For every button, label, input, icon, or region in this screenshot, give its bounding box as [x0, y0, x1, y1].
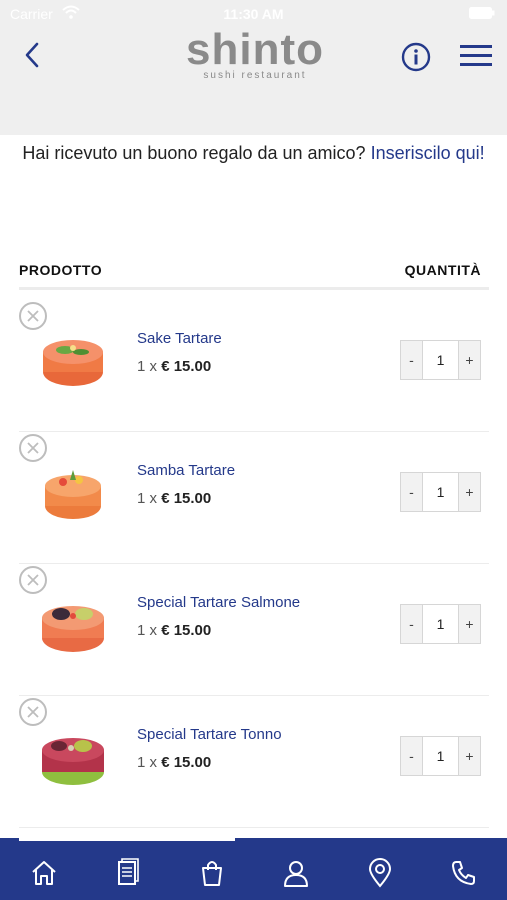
gift-voucher-prompt: Hai ricevuto un buono regalo da un amico… [20, 138, 487, 169]
remove-item-button[interactable] [19, 698, 47, 726]
decrease-quantity-button[interactable]: - [401, 341, 423, 379]
gift-voucher-link[interactable]: Inseriscilo qui! [371, 143, 485, 163]
quantity-value[interactable]: 1 [423, 341, 458, 379]
tab-cart[interactable] [197, 858, 227, 888]
decrease-quantity-button[interactable]: - [401, 605, 423, 643]
item-quantity-prefix: 1 x [137, 490, 158, 507]
cart-table-header: PRODOTTO QUANTITÀ [19, 262, 489, 290]
back-button[interactable] [18, 40, 48, 70]
increase-quantity-button[interactable]: + [458, 605, 480, 643]
active-tab-indicator [19, 838, 235, 841]
sake-tartare-image [43, 340, 103, 386]
increase-quantity-button[interactable]: + [458, 737, 480, 775]
quantity-value[interactable]: 1 [423, 737, 458, 775]
tab-location[interactable] [365, 858, 395, 888]
close-icon [27, 310, 39, 322]
special-tartare-salmone-image [42, 606, 104, 652]
item-price-value: € 15.00 [161, 490, 212, 507]
hamburger-menu-button[interactable] [460, 42, 492, 70]
remove-item-button[interactable] [19, 302, 47, 330]
item-quantity-prefix: 1 x [137, 358, 158, 375]
quantity-column-header: QUANTITÀ [404, 262, 481, 278]
cart-item-row: Special Tartare Salmone 1 x € 15.00 - 1 … [19, 564, 489, 696]
increase-quantity-button[interactable]: + [458, 473, 480, 511]
quantity-value[interactable]: 1 [423, 605, 458, 643]
quantity-stepper: - 1 + [400, 472, 481, 512]
restaurant-logo: shinto sushi restaurant [170, 28, 340, 84]
home-icon [32, 861, 56, 885]
item-quantity-prefix: 1 x [137, 622, 158, 639]
item-price: 1 x € 15.00 [137, 754, 211, 771]
remove-item-button[interactable] [19, 566, 47, 594]
close-icon [27, 574, 39, 586]
tab-home[interactable] [29, 858, 59, 888]
status-time: 11:30 AM [223, 6, 284, 22]
quantity-stepper: - 1 + [400, 604, 481, 644]
item-price: 1 x € 15.00 [137, 622, 211, 639]
item-name[interactable]: Special Tartare Salmone [137, 594, 300, 611]
item-quantity-prefix: 1 x [137, 754, 158, 771]
close-icon [27, 442, 39, 454]
bottom-tab-bar [0, 838, 507, 900]
info-button[interactable] [401, 42, 431, 72]
decrease-quantity-button[interactable]: - [401, 473, 423, 511]
item-name[interactable]: Special Tartare Tonno [137, 726, 282, 743]
logo-title: shinto [186, 25, 324, 74]
special-tartare-tonno-image [42, 738, 104, 785]
item-price: 1 x € 15.00 [137, 490, 211, 507]
increase-quantity-button[interactable]: + [458, 341, 480, 379]
phone-icon [452, 861, 475, 885]
decrease-quantity-button[interactable]: - [401, 737, 423, 775]
quantity-value[interactable]: 1 [423, 473, 458, 511]
status-bar: Carrier 11:30 AM [0, 0, 507, 28]
quantity-stepper: - 1 + [400, 736, 481, 776]
cart-item-row: Sake Tartare 1 x € 15.00 - 1 + [19, 300, 489, 432]
product-column-header: PRODOTTO [19, 262, 103, 278]
remove-item-button[interactable] [19, 434, 47, 462]
item-name[interactable]: Sake Tartare [137, 330, 222, 347]
location-pin-icon [368, 858, 392, 888]
info-icon [401, 42, 431, 72]
menu-book-icon [118, 858, 139, 885]
cart-item-row: Special Tartare Tonno 1 x € 15.00 - 1 + [19, 696, 489, 828]
item-price-value: € 15.00 [161, 358, 212, 375]
samba-tartare-image [45, 470, 101, 519]
hamburger-icon [460, 45, 492, 66]
app-header: Carrier 11:30 AM shinto sushi restaurant [0, 0, 507, 135]
cart-item-row: Samba Tartare 1 x € 15.00 - 1 + [19, 432, 489, 564]
chevron-left-icon [25, 42, 39, 68]
user-icon [284, 861, 308, 887]
quantity-stepper: - 1 + [400, 340, 481, 380]
shopping-bag-icon [202, 861, 222, 886]
item-price: 1 x € 15.00 [137, 358, 211, 375]
item-price-value: € 15.00 [161, 622, 212, 639]
gift-voucher-question: Hai ricevuto un buono regalo da un amico… [22, 143, 366, 163]
battery-icon [469, 7, 495, 19]
tab-call[interactable] [449, 858, 479, 888]
tab-account[interactable] [281, 858, 311, 888]
close-icon [27, 706, 39, 718]
item-name[interactable]: Samba Tartare [137, 462, 235, 479]
item-price-value: € 15.00 [161, 754, 212, 771]
tab-menu[interactable] [113, 858, 143, 888]
